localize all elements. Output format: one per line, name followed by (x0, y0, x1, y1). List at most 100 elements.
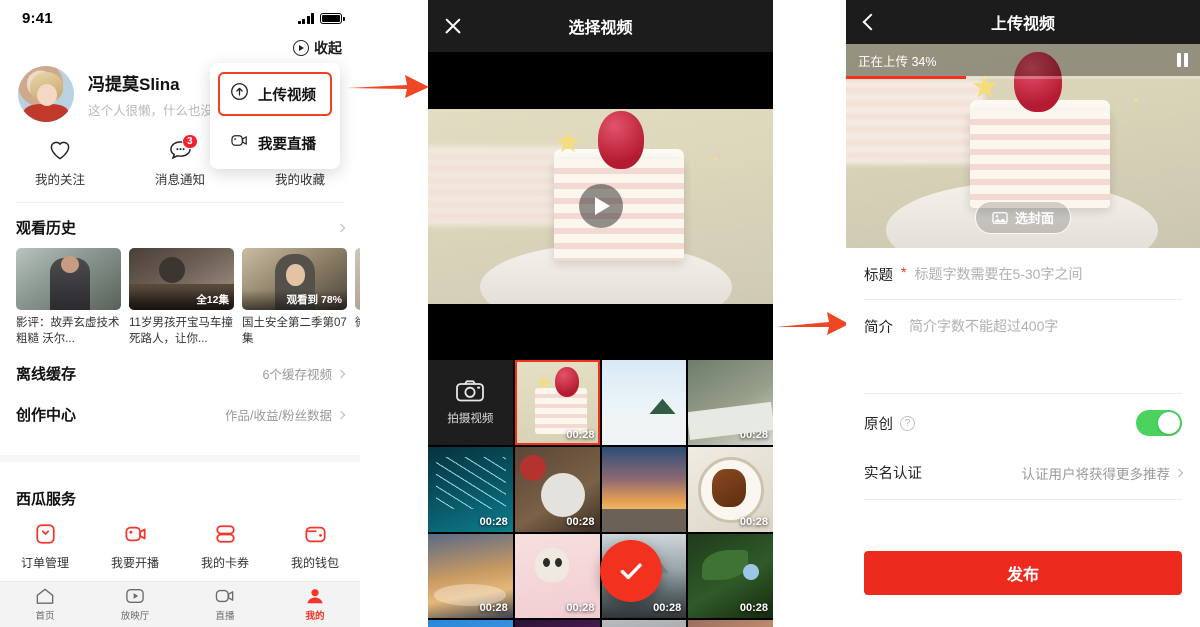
picker-title: 选择视频 (568, 20, 633, 37)
history-more[interactable] (336, 223, 346, 232)
video-thumb[interactable]: 00:28 (601, 446, 687, 532)
question-icon[interactable]: ? (900, 415, 915, 431)
list-item[interactable]: 观看到 78% 国土安全第二季第07集 (242, 248, 347, 347)
live-camera-icon (230, 132, 249, 154)
upload-progress-fill (846, 76, 967, 79)
shoot-video-button[interactable]: 拍摄视频 (428, 360, 513, 445)
history-item-title: 微信 (355, 316, 360, 332)
screenshot-stage: 9:41 收起 冯提莫Slina 这个人很懒，什么也没留下 我的关注 3 消息通… (0, 0, 1200, 627)
history-thumbnail[interactable] (16, 248, 121, 310)
list-item[interactable]: 微信 (355, 248, 360, 347)
video-thumb[interactable]: 00:28 (688, 446, 773, 532)
chevron-right-icon (336, 369, 346, 378)
video-thumb[interactable] (688, 620, 773, 627)
chevron-right-icon (336, 223, 346, 232)
upload-nav-bar: 上传视频 (846, 0, 1200, 44)
publish-button[interactable]: 发布 (864, 551, 1182, 595)
video-thumb[interactable]: 00:28 (514, 446, 600, 532)
tab-label: 放映厅 (120, 611, 150, 622)
video-thumb[interactable]: 00:28 (688, 360, 773, 445)
video-thumb[interactable]: 00:28 (514, 533, 600, 619)
list-item[interactable]: 影评：故弄玄虚技术粗糙 沃尔... (16, 248, 121, 347)
close-icon[interactable] (444, 17, 462, 35)
select-cover-button[interactable]: 选封面 (974, 201, 1072, 234)
quick-action-follow[interactable]: 我的关注 (0, 140, 120, 188)
video-thumb[interactable] (601, 620, 687, 627)
menu-item-label: 上传视频 (258, 87, 316, 104)
tab-home[interactable]: 首页 (0, 587, 90, 622)
quick-action-label: 消息通知 (154, 173, 205, 187)
tab-theater[interactable]: 放映厅 (90, 587, 180, 622)
offline-cache-row[interactable]: 离线缓存 6个缓存视频 (0, 347, 360, 400)
tab-label: 直播 (215, 611, 235, 622)
upload-progress-track (846, 76, 1200, 79)
history-item-tag: 全12集 (129, 290, 234, 310)
video-thumb[interactable] (514, 620, 600, 627)
shoot-video-label: 拍摄视频 (447, 412, 494, 425)
video-duration: 00:28 (566, 602, 595, 615)
offline-cache-meta: 6个缓存视频 (263, 364, 346, 383)
menu-item-go-live[interactable]: 我要直播 (210, 122, 340, 160)
tab-live[interactable]: 直播 (180, 587, 270, 622)
quick-action-label: 我的关注 (34, 173, 85, 187)
video-thumb[interactable]: 00:28 (688, 533, 773, 619)
video-thumb[interactable]: 00:28 (601, 360, 687, 445)
menu-item-upload-video[interactable]: 上传视频 (218, 72, 332, 116)
realname-row[interactable]: 实名认证 认证用户将获得更多推荐 (846, 452, 1200, 499)
history-strip[interactable]: 影评：故弄玄虚技术粗糙 沃尔... 全12集 11岁男孩开宝马车撞死路人，让你.… (0, 248, 360, 347)
video-duration: 00:28 (653, 428, 682, 441)
required-marker: * (901, 264, 907, 280)
select-cover-label: 选封面 (1014, 211, 1055, 226)
tab-profile[interactable]: 我的 (270, 587, 360, 622)
video-thumb[interactable] (428, 620, 513, 627)
creator-center-desc: 作品/收益/粉丝数据 (225, 409, 332, 424)
status-bar-time: 9:41 (22, 9, 53, 27)
play-circle-icon (293, 40, 309, 56)
collapse-button[interactable]: 收起 (293, 38, 342, 58)
history-thumbnail[interactable]: 全12集 (129, 248, 234, 310)
service-label: 我的钱包 (290, 556, 339, 571)
service-coupon[interactable]: 我的卡券 (180, 523, 270, 571)
message-icon: 3 (168, 134, 198, 160)
chevron-right-icon (336, 410, 346, 419)
service-wallet[interactable]: 我的钱包 (270, 523, 360, 571)
confirm-selection-button[interactable] (600, 540, 662, 602)
video-thumb[interactable]: 00:28 (428, 533, 513, 619)
list-item[interactable]: 全12集 11岁男孩开宝马车撞死路人，让你... (129, 248, 234, 347)
avatar[interactable] (18, 66, 74, 122)
video-duration: 00:28 (479, 515, 508, 528)
title-field-label: 标题 (864, 268, 893, 284)
services-grid: 订单管理 我要开播 我的卡券 我的钱包 (0, 513, 360, 573)
broadcast-icon (123, 523, 148, 545)
description-field-row[interactable]: 简介 简介字数不能超过400字 (846, 300, 1200, 393)
video-preview-player[interactable] (428, 52, 773, 360)
original-toggle[interactable] (1136, 410, 1182, 436)
history-thumbnail[interactable]: 观看到 78% (242, 248, 347, 310)
upload-video-preview[interactable]: 正在上传 34% 选封面 (846, 44, 1200, 248)
description-field-placeholder: 简介字数不能超过400字 (909, 318, 1059, 334)
profile-icon (307, 589, 323, 604)
service-broadcast[interactable]: 我要开播 (90, 523, 180, 571)
pause-icon[interactable] (1177, 53, 1188, 67)
message-badge: 3 (181, 134, 198, 149)
original-toggle-row[interactable]: 原创 ? (846, 394, 1200, 452)
history-item-title: 国土安全第二季第07集 (242, 317, 347, 345)
video-thumb-selected[interactable]: 00:28 (514, 360, 600, 445)
history-thumbnail[interactable] (355, 248, 360, 310)
menu-item-label: 我要直播 (258, 136, 316, 153)
title-field-row[interactable]: 标题 * 标题字数需要在5-30字之间 (846, 248, 1200, 299)
play-icon[interactable] (578, 184, 623, 228)
tab-label: 首页 (35, 611, 55, 622)
video-duration: 00:28 (739, 602, 768, 615)
service-order-management[interactable]: 订单管理 (0, 523, 90, 571)
section-divider (0, 455, 360, 463)
offline-cache-title: 离线缓存 (16, 366, 77, 384)
realname-desc: 认证用户将获得更多推荐 (1021, 466, 1171, 482)
upload-status-text: 正在上传 34% (858, 54, 937, 69)
video-thumb[interactable]: 00:28 (428, 446, 513, 532)
history-header[interactable]: 观看历史 (0, 203, 360, 248)
creator-center-row[interactable]: 创作中心 作品/收益/粉丝数据 (0, 400, 360, 443)
cloud-upload-icon (230, 82, 249, 106)
check-icon (620, 563, 642, 580)
upload-dropdown-menu: 上传视频 我要直播 (210, 63, 340, 169)
